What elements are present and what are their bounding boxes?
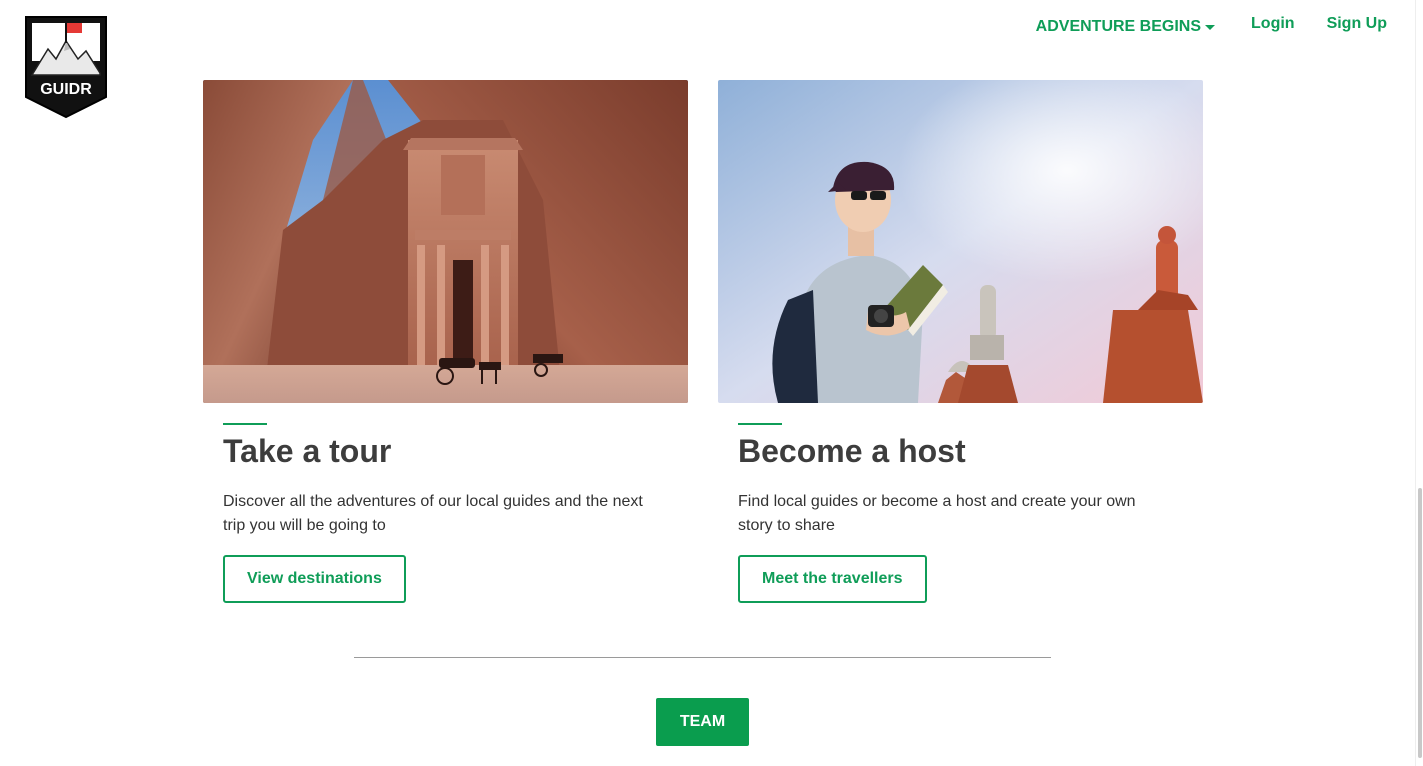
title-accent-line xyxy=(223,423,267,425)
traveller-reading-photo xyxy=(718,80,1203,403)
adventure-begins-dropdown[interactable]: ADVENTURE BEGINS xyxy=(1036,18,1216,36)
adventure-begins-label[interactable]: ADVENTURE BEGINS xyxy=(1036,18,1201,36)
logo-badge-icon: GUIDR xyxy=(25,16,107,119)
scrollbar-thumb[interactable] xyxy=(1418,488,1422,758)
logo-text: GUIDR xyxy=(40,81,92,98)
card-description: Find local guides or become a host and c… xyxy=(738,493,1136,534)
meet-the-travellers-button[interactable]: Meet the travellers xyxy=(738,555,927,603)
guidr-logo[interactable]: GUIDR xyxy=(24,15,108,119)
card-title: Become a host xyxy=(738,433,966,469)
top-nav: ADVENTURE BEGINS Login Sign Up xyxy=(1036,15,1387,36)
petra-treasury-photo xyxy=(203,80,688,403)
login-link[interactable]: Login xyxy=(1251,15,1295,33)
card-description: Discover all the adventures of our local… xyxy=(223,493,643,534)
view-destinations-button[interactable]: View destinations xyxy=(223,555,406,603)
signup-link[interactable]: Sign Up xyxy=(1327,15,1387,33)
tour-card-body: Take a tour Discover all the adventures … xyxy=(203,423,688,603)
caret-down-icon[interactable] xyxy=(1205,24,1216,30)
host-card-body: Become a host Find local guides or becom… xyxy=(718,423,1203,603)
host-card: Become a host Find local guides or becom… xyxy=(718,80,1203,603)
tour-card: Take a tour Discover all the adventures … xyxy=(203,80,688,603)
title-accent-line xyxy=(738,423,782,425)
vertical-scrollbar[interactable] xyxy=(1415,0,1423,766)
section-divider xyxy=(354,657,1051,658)
team-button[interactable]: TEAM xyxy=(656,698,749,746)
card-title: Take a tour xyxy=(223,433,392,469)
